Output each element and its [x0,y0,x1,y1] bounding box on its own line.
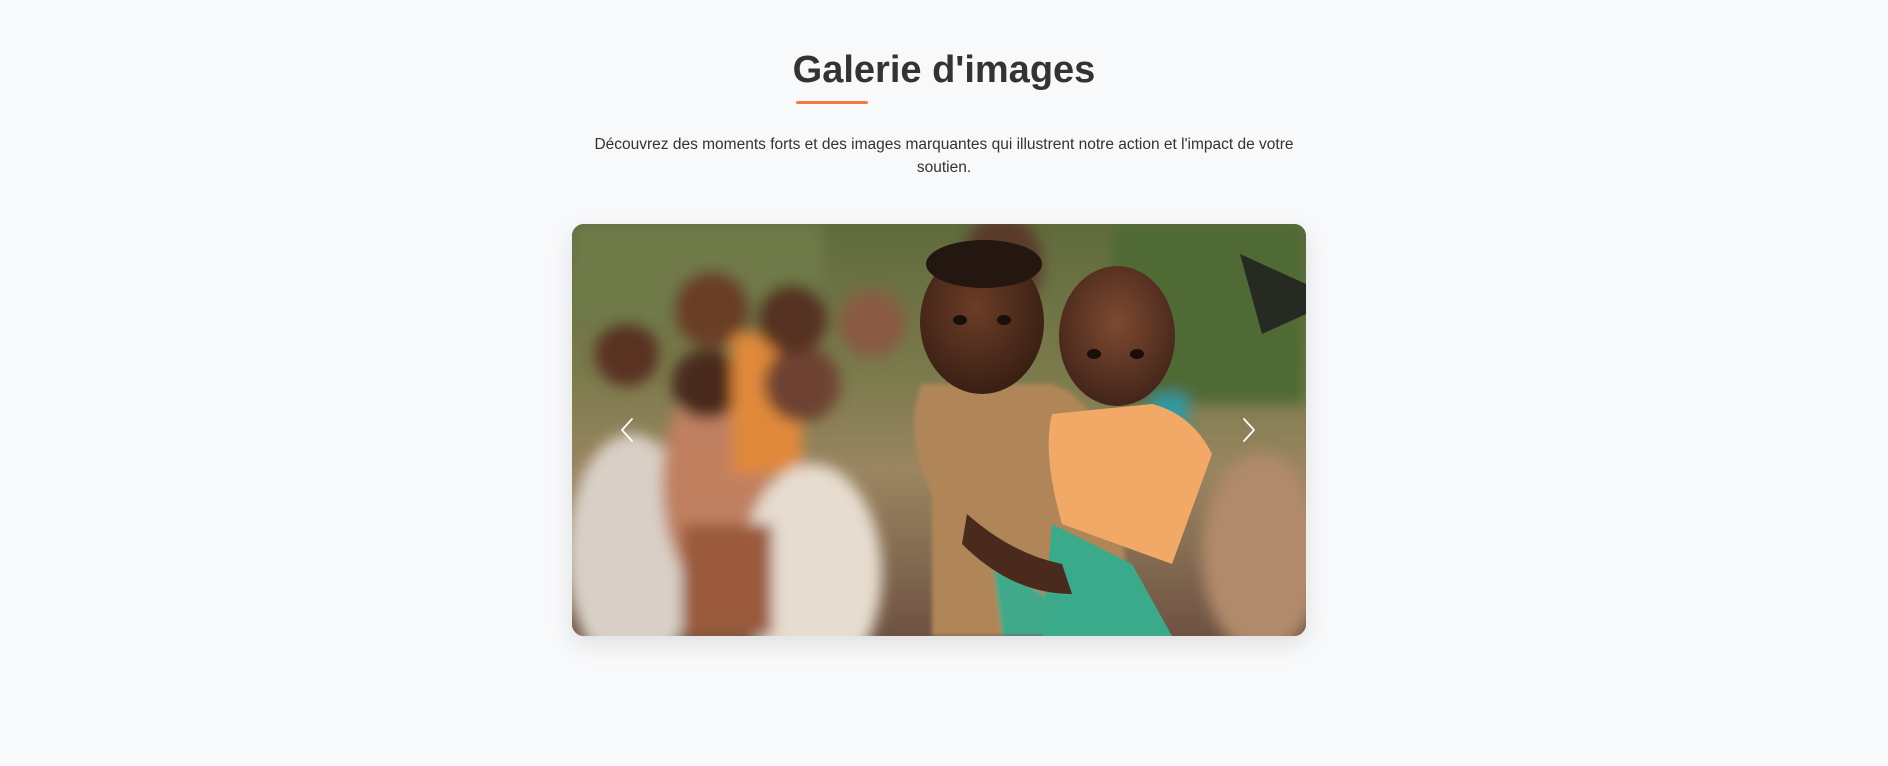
chevron-left-icon [621,418,633,442]
gallery-description: Découvrez des moments forts et des image… [594,136,1294,176]
carousel-prev-button[interactable] [607,410,647,450]
title-underline [796,101,868,104]
gallery-section: Galerie d'images Découvrez des moments f… [0,0,1888,766]
gallery-title: Galerie d'images [792,49,1096,91]
carousel-next-button[interactable] [1229,410,1269,450]
slide-image [572,224,1306,636]
chevron-right-icon [1243,418,1255,442]
image-carousel [572,224,1306,636]
